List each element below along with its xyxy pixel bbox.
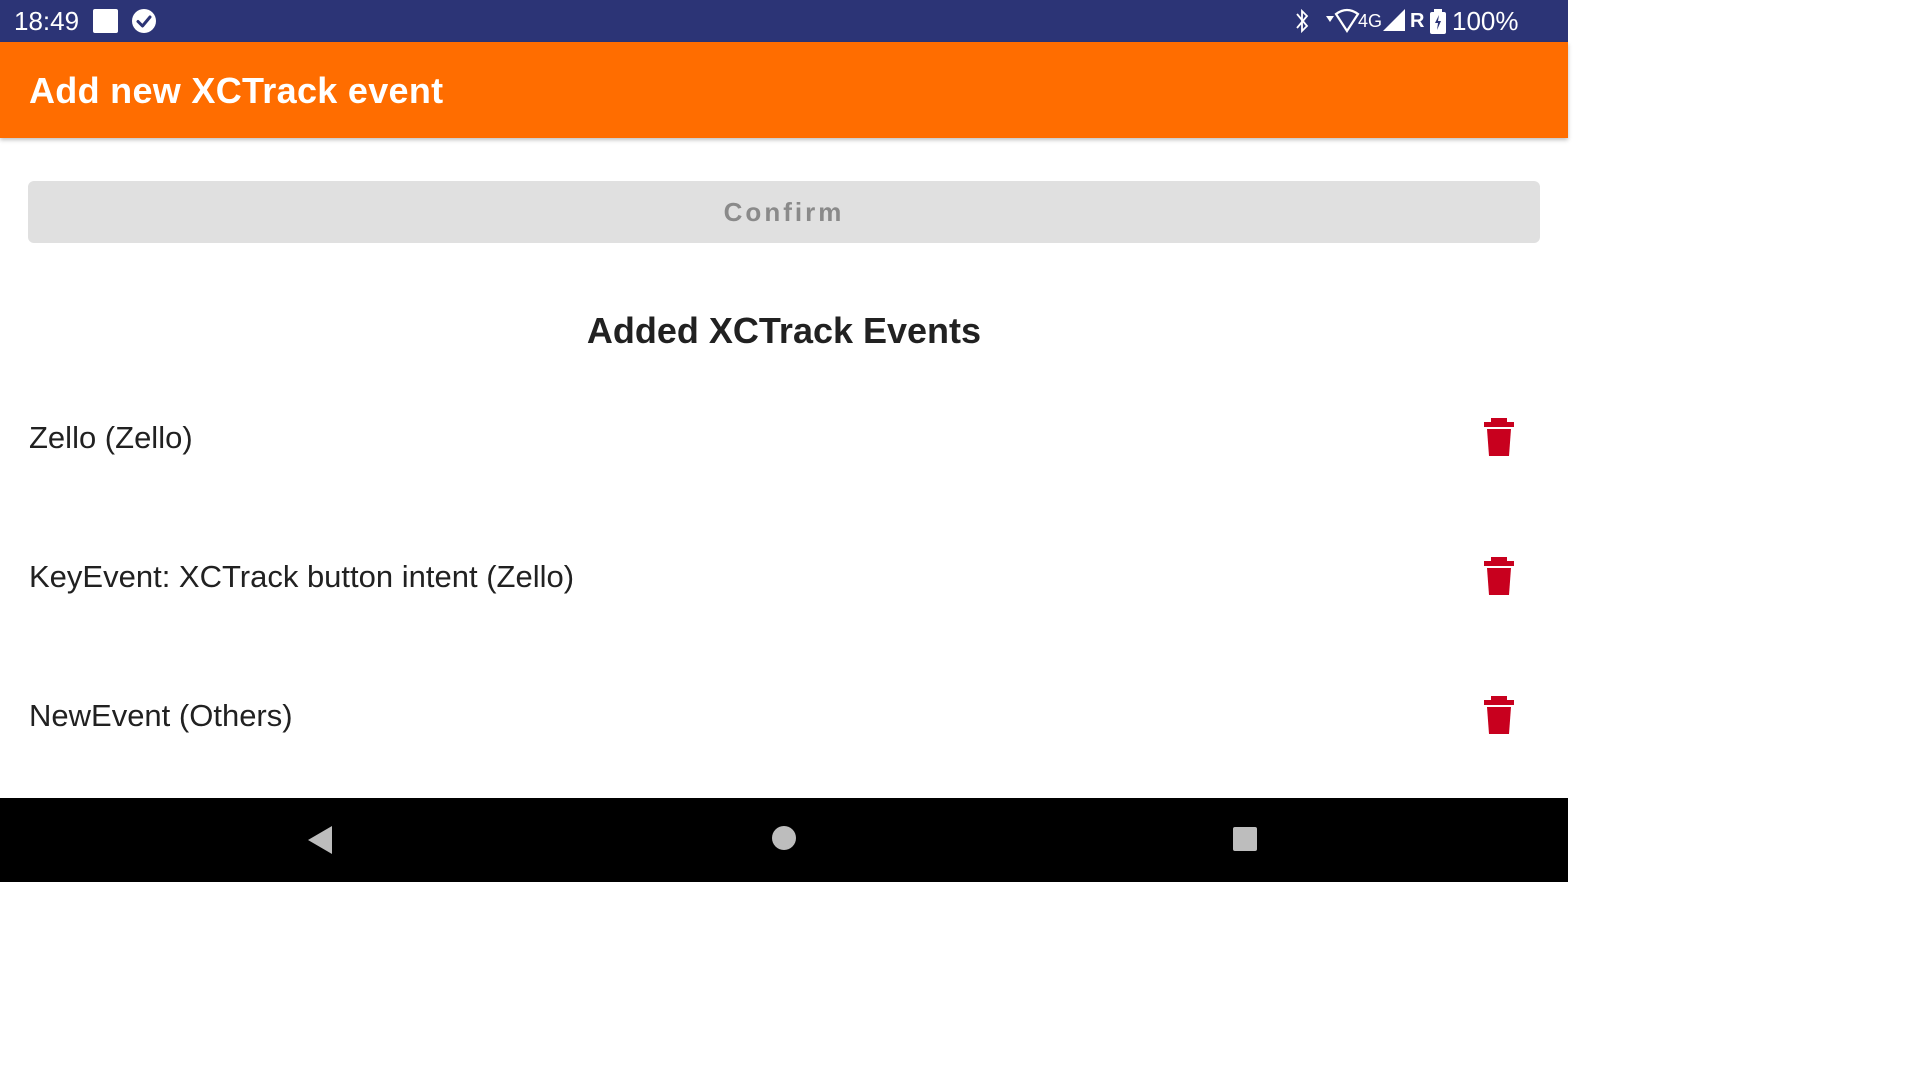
- section-title: Added XCTrack Events: [586, 310, 982, 351]
- recents-icon[interactable]: [1231, 825, 1259, 853]
- trash-icon[interactable]: [1480, 416, 1518, 458]
- bluetooth-icon: [1296, 8, 1309, 34]
- event-label: NewEvent (Others): [29, 698, 293, 733]
- home-icon[interactable]: [770, 824, 798, 852]
- trash-icon[interactable]: [1480, 555, 1518, 597]
- check-circle-icon: [132, 9, 156, 33]
- status-time: 18:49: [14, 6, 80, 36]
- event-label: Zello (Zello): [29, 420, 193, 455]
- network-type: 4G: [1358, 11, 1383, 31]
- list-item: NewEvent (Others): [0, 686, 1568, 746]
- battery-percent: 100%: [1452, 6, 1519, 36]
- trash-icon[interactable]: [1480, 694, 1518, 736]
- event-label: KeyEvent: XCTrack button intent (Zello): [29, 559, 575, 594]
- notification-square-icon: [93, 9, 118, 33]
- navigation-bar: [0, 798, 1568, 882]
- status-bar: 18:49 4G R 100%: [0, 0, 1568, 42]
- app-bar: Add new XCTrack event: [0, 42, 1568, 138]
- confirm-button[interactable]: Confirm: [28, 181, 1540, 243]
- back-icon[interactable]: [302, 822, 338, 858]
- roaming-indicator: R: [1410, 10, 1425, 32]
- page-title: Add new XCTrack event: [29, 70, 444, 111]
- battery-charging-icon: [1430, 9, 1446, 34]
- signal-icon: [1383, 9, 1405, 31]
- list-item: KeyEvent: XCTrack button intent (Zello): [0, 547, 1568, 607]
- list-item: Zello (Zello): [0, 408, 1568, 468]
